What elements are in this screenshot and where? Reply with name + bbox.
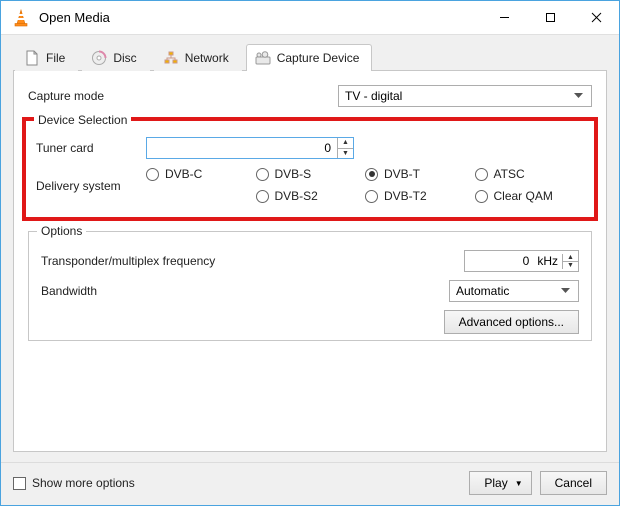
maximize-button[interactable] (527, 1, 573, 34)
window-controls (481, 1, 619, 34)
bandwidth-row: Bandwidth Automatic (41, 280, 579, 302)
close-button[interactable] (573, 1, 619, 34)
radio-icon (475, 168, 488, 181)
capture-mode-select[interactable]: TV - digital (338, 85, 592, 107)
radio-icon (256, 168, 269, 181)
options-group: Options Transponder/multiplex frequency … (28, 231, 592, 341)
radio-label: DVB-T2 (384, 189, 427, 203)
radio-dvb-c[interactable]: DVB-C (146, 167, 256, 181)
minimize-button[interactable] (481, 1, 527, 34)
device-selection-legend: Device Selection (34, 113, 131, 127)
options-legend: Options (37, 224, 86, 238)
radio-label: DVB-C (165, 167, 202, 181)
select-value: Automatic (456, 284, 509, 298)
spinner-up[interactable]: ▲ (563, 254, 578, 262)
tab-network[interactable]: Network (154, 44, 242, 71)
tuner-card-label: Tuner card (36, 141, 146, 155)
spinner-buttons: ▲ ▼ (337, 138, 353, 158)
tab-capture-device[interactable]: Capture Device (246, 44, 373, 71)
delivery-system-radios: DVB-C DVB-S DVB-T ATSC DVB-S2 DVB-T2 Cle… (146, 167, 584, 203)
dialog-footer: Show more options Play ▼ Cancel (1, 462, 619, 505)
tab-label: Network (185, 51, 229, 65)
frequency-row: Transponder/multiplex frequency 0 kHz ▲ … (41, 250, 579, 272)
open-media-window: Open Media File (0, 0, 620, 506)
play-button[interactable]: Play ▼ (469, 471, 531, 495)
spinner-value: 0 (465, 254, 535, 268)
capture-mode-label: Capture mode (28, 89, 338, 103)
radio-dvb-s[interactable]: DVB-S (256, 167, 366, 181)
chevron-down-icon (556, 281, 574, 301)
advanced-options-button[interactable]: Advanced options... (444, 310, 579, 334)
dialog-body: File Disc Network Capture Device (1, 35, 619, 462)
radio-icon (146, 168, 159, 181)
disc-icon (91, 50, 107, 66)
tab-label: File (46, 51, 65, 65)
tab-file[interactable]: File (15, 44, 78, 71)
vlc-cone-icon (11, 8, 31, 28)
radio-label: Clear QAM (494, 189, 553, 203)
capture-mode-row: Capture mode TV - digital (28, 85, 592, 107)
frequency-unit: kHz (535, 254, 562, 268)
radio-label: DVB-S2 (275, 189, 318, 203)
bandwidth-label: Bandwidth (41, 284, 449, 298)
radio-clear-qam[interactable]: Clear QAM (475, 189, 585, 203)
chevron-down-icon (569, 86, 587, 106)
spinner-buttons: ▲ ▼ (562, 254, 578, 269)
frequency-label: Transponder/multiplex frequency (41, 254, 464, 268)
spinner-down[interactable]: ▼ (563, 262, 578, 269)
delivery-system-row: Delivery system DVB-C DVB-S DVB-T ATSC D… (36, 167, 584, 203)
spinner-up[interactable]: ▲ (338, 138, 353, 149)
radio-icon (365, 190, 378, 203)
tuner-card-spinner[interactable]: 0 ▲ ▼ (146, 137, 354, 159)
button-label: Play (484, 476, 507, 490)
capture-device-panel: Capture mode TV - digital Device Selecti… (13, 71, 607, 452)
radio-dvb-t[interactable]: DVB-T (365, 167, 475, 181)
window-title: Open Media (39, 10, 481, 25)
checkbox-icon (13, 477, 26, 490)
advanced-options-row: Advanced options... (41, 310, 579, 334)
radio-label: DVB-T (384, 167, 420, 181)
tab-bar: File Disc Network Capture Device (13, 43, 607, 71)
tab-disc[interactable]: Disc (82, 44, 149, 71)
device-selection-group: Device Selection Tuner card 0 ▲ ▼ Delive… (22, 117, 598, 221)
tab-label: Disc (113, 51, 136, 65)
select-value: TV - digital (345, 89, 402, 103)
radio-icon (256, 190, 269, 203)
radio-label: ATSC (494, 167, 525, 181)
network-icon (163, 50, 179, 66)
radio-label: DVB-S (275, 167, 312, 181)
spinner-value: 0 (147, 138, 337, 158)
radio-dvb-s2[interactable]: DVB-S2 (256, 189, 366, 203)
checkbox-label: Show more options (32, 476, 135, 490)
button-label: Cancel (555, 476, 592, 490)
radio-icon (365, 168, 378, 181)
tab-label: Capture Device (277, 51, 360, 65)
chevron-down-icon: ▼ (515, 479, 523, 488)
spinner-down[interactable]: ▼ (338, 149, 353, 159)
titlebar: Open Media (1, 1, 619, 35)
show-more-options-checkbox[interactable]: Show more options (13, 476, 135, 490)
radio-icon (475, 190, 488, 203)
button-label: Advanced options... (459, 315, 564, 329)
capture-device-icon (255, 50, 271, 66)
footer-buttons: Play ▼ Cancel (469, 471, 607, 495)
radio-dvb-t2[interactable]: DVB-T2 (365, 189, 475, 203)
tuner-card-row: Tuner card 0 ▲ ▼ (36, 137, 584, 159)
frequency-spinner[interactable]: 0 kHz ▲ ▼ (464, 250, 579, 272)
delivery-system-label: Delivery system (36, 167, 146, 193)
file-icon (24, 50, 40, 66)
cancel-button[interactable]: Cancel (540, 471, 607, 495)
radio-atsc[interactable]: ATSC (475, 167, 585, 181)
bandwidth-select[interactable]: Automatic (449, 280, 579, 302)
